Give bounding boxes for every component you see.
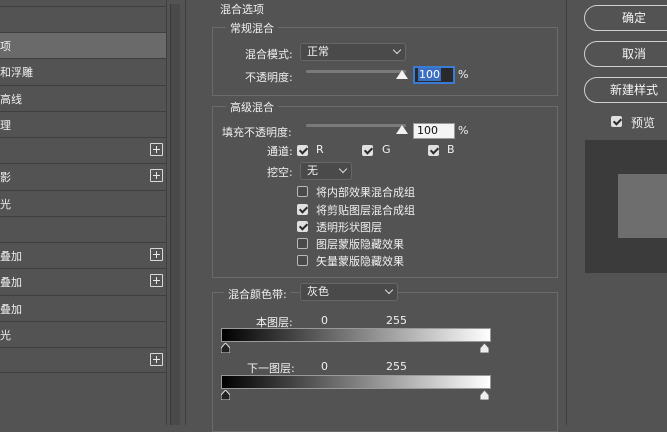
blend-if-value: 灰色	[307, 285, 329, 298]
effects-list-item-label: 影	[0, 170, 11, 184]
right-divider	[566, 0, 567, 425]
fill-opacity-label: 填充不透明度:	[222, 126, 292, 139]
chevron-down-icon	[338, 164, 348, 174]
effects-list-item-inner-shadow[interactable]: 影	[0, 163, 167, 189]
effects-list-item-blending-options[interactable]: 项	[0, 32, 167, 58]
chevron-down-icon	[384, 285, 394, 295]
effects-list-item-label: 叠加	[0, 275, 22, 289]
opacity-input[interactable]: 100	[413, 66, 455, 84]
channel-r-checkbox[interactable]	[297, 145, 308, 156]
blend-interior-effects-checkbox[interactable]	[297, 186, 308, 197]
fill-opacity-input[interactable]: 100	[413, 123, 455, 139]
knockout-label: 挖空:	[267, 166, 293, 179]
advanced-blending-title: 高级混合	[226, 99, 278, 115]
effects-list-item-stroke[interactable]	[0, 137, 167, 163]
effects-list-item-label: 理	[0, 118, 11, 132]
cancel-button[interactable]: 取消	[584, 41, 667, 67]
this-layer-max-value: 255	[386, 314, 407, 327]
this-layer-min-value: 0	[321, 314, 328, 327]
blend-clipped-layers-label: 将剪贴图层混合成组	[316, 204, 415, 217]
list-border	[166, 0, 167, 425]
underlying-layer-gradient-bar	[221, 375, 491, 389]
blend-mode-value: 正常	[307, 45, 329, 58]
channel-b-label: B	[447, 143, 455, 156]
this-layer-white-slider-icon[interactable]	[480, 343, 489, 353]
this-layer-gradient-bar	[221, 328, 491, 342]
add-effect-icon[interactable]	[150, 274, 163, 287]
channel-b-checkbox[interactable]	[428, 145, 439, 156]
opacity-slider-track[interactable]	[306, 70, 406, 73]
effects-list-item-outer-glow[interactable]: 光	[0, 321, 167, 347]
fill-opacity-unit: %	[458, 124, 469, 137]
opacity-label: 不透明度:	[245, 71, 293, 84]
effects-list-item-satin[interactable]	[0, 216, 167, 242]
section-title: 混合选项	[220, 3, 264, 16]
add-effect-icon[interactable]	[150, 143, 163, 156]
blend-interior-effects-label: 将内部效果混合成组	[316, 186, 415, 199]
add-effect-icon[interactable]	[150, 248, 163, 261]
effects-list-item-label: 光	[0, 328, 11, 342]
style-preview-swatch	[618, 174, 667, 238]
effects-list-item-label: 项	[0, 39, 11, 53]
layer-mask-hides-effects-checkbox[interactable]	[297, 238, 308, 249]
effects-list-item-drop-shadow[interactable]	[0, 347, 167, 373]
add-effect-icon[interactable]	[150, 169, 163, 182]
effects-list-item-gradient-overlay[interactable]: 叠加	[0, 268, 167, 294]
channels-label: 通道:	[267, 145, 293, 158]
effects-list-item-label: 和浮雕	[0, 65, 33, 79]
blend-if-label: 混合颜色带:	[224, 286, 291, 302]
underlying-layer-white-slider-icon[interactable]	[480, 390, 489, 400]
underlying-layer-black-slider-icon[interactable]	[221, 390, 230, 400]
effects-list-panel: 项 和浮雕 高线 理 影 光 叠加 叠加 叠加 光	[0, 0, 180, 425]
blend-mode-dropdown[interactable]: 正常	[300, 43, 406, 61]
blend-mode-label: 混合模式:	[245, 48, 293, 61]
knockout-dropdown[interactable]: 无	[300, 162, 352, 180]
effects-list-item-pattern-overlay[interactable]: 叠加	[0, 295, 167, 321]
effects-list-item-inner-glow[interactable]: 光	[0, 190, 167, 216]
preview-label: 预览	[631, 116, 656, 130]
ok-button[interactable]: 确定	[584, 5, 667, 31]
underlying-layer-label: 下一图层:	[247, 362, 295, 375]
channel-r-label: R	[316, 143, 324, 156]
effects-list-item-texture[interactable]: 理	[0, 111, 167, 137]
this-layer-black-slider-icon[interactable]	[221, 343, 230, 353]
effects-list-item-label: 叠加	[0, 249, 22, 263]
underlying-layer-min-value: 0	[321, 360, 328, 373]
new-style-button[interactable]: 新建样式	[584, 77, 667, 103]
general-blending-title: 常规混合	[226, 20, 278, 36]
layer-mask-hides-effects-label: 图层蒙版隐藏效果	[316, 238, 404, 251]
transparency-shapes-layer-label: 透明形状图层	[316, 221, 382, 234]
opacity-input-value: 100	[418, 68, 441, 81]
effects-list-item[interactable]	[0, 6, 167, 32]
transparency-shapes-layer-checkbox[interactable]	[297, 221, 308, 232]
effects-list-item-label: 高线	[0, 92, 22, 106]
preview-checkbox[interactable]	[611, 116, 622, 127]
effects-list-item-label: 光	[0, 197, 11, 211]
blend-if-dropdown[interactable]: 灰色	[300, 283, 398, 301]
effects-list-item-bevel-emboss[interactable]: 和浮雕	[0, 58, 167, 84]
chevron-down-icon	[392, 45, 402, 55]
effects-list-item-contour[interactable]: 高线	[0, 85, 167, 111]
panel-divider	[185, 0, 186, 425]
effects-list-item-label: 叠加	[0, 302, 22, 316]
channel-g-label: G	[382, 143, 391, 156]
vector-mask-hides-effects-label: 矢量蒙版隐藏效果	[316, 255, 404, 268]
fill-opacity-slider-thumb-icon[interactable]	[396, 125, 408, 134]
list-scrollbar[interactable]	[170, 4, 180, 425]
fill-opacity-slider-track[interactable]	[306, 124, 406, 127]
underlying-layer-max-value: 255	[386, 360, 407, 373]
blend-clipped-layers-checkbox[interactable]	[297, 204, 308, 215]
opacity-slider-thumb-icon[interactable]	[396, 70, 408, 79]
vector-mask-hides-effects-checkbox[interactable]	[297, 255, 308, 266]
add-effect-icon[interactable]	[150, 353, 163, 366]
knockout-value: 无	[307, 164, 318, 177]
opacity-unit: %	[458, 68, 469, 81]
channel-g-checkbox[interactable]	[362, 145, 373, 156]
effects-list-item-color-overlay[interactable]: 叠加	[0, 242, 167, 268]
